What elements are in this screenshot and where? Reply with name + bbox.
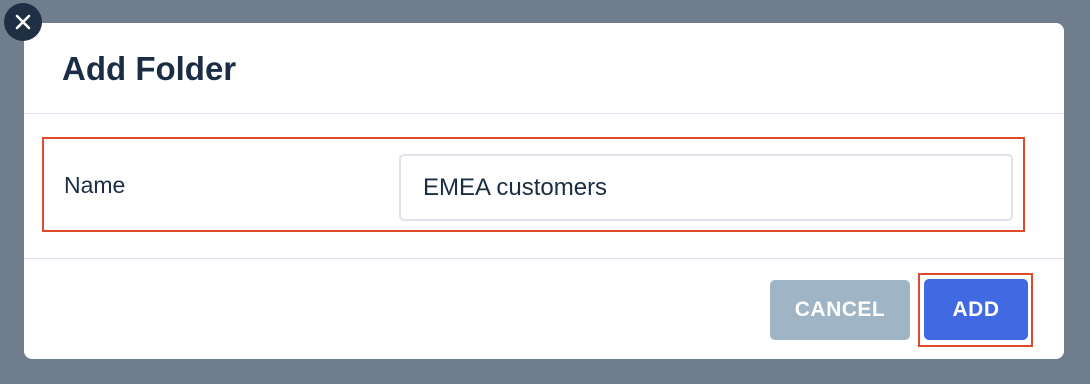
name-label: Name	[64, 172, 126, 198]
close-icon	[15, 14, 31, 30]
close-button[interactable]	[4, 3, 42, 41]
add-button[interactable]: ADD	[924, 279, 1028, 340]
dialog-title: Add Folder	[62, 50, 237, 87]
cancel-button[interactable]: CANCEL	[770, 280, 910, 340]
name-field-row: Name	[42, 137, 1025, 232]
dialog-header: Add Folder	[24, 23, 1064, 114]
name-input[interactable]	[399, 154, 1013, 221]
add-folder-dialog: Add Folder Name CANCEL ADD	[24, 23, 1064, 359]
footer-divider	[24, 258, 1064, 259]
